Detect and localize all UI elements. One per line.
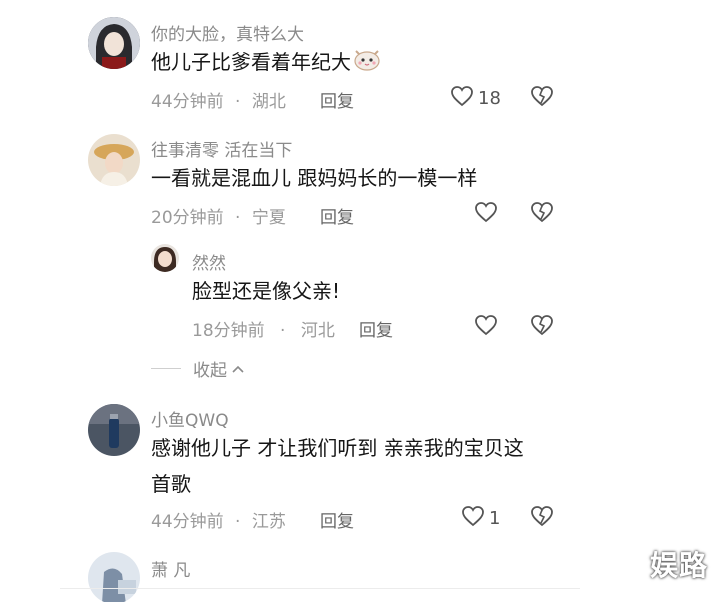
avatar[interactable]: [88, 404, 140, 456]
broken-heart-icon: [530, 202, 554, 227]
heart-icon: [474, 314, 498, 341]
reply-meta: 18分钟前 · 河北: [192, 316, 335, 341]
comment-username[interactable]: 往事清零 活在当下: [151, 136, 292, 161]
comment-location: 江苏: [251, 512, 286, 532]
cat-emoji-icon: [353, 46, 381, 82]
comment-time: 44分钟前: [151, 512, 224, 532]
like-button[interactable]: [474, 201, 498, 228]
avatar[interactable]: [88, 134, 140, 186]
dislike-button[interactable]: [530, 314, 554, 340]
comment-username[interactable]: 小鱼QWQ: [151, 406, 229, 431]
reply-location: 河北: [300, 321, 335, 341]
broken-heart-icon: [530, 86, 554, 111]
reply-button[interactable]: 回复: [359, 316, 393, 341]
heart-icon: [474, 201, 498, 228]
dislike-button[interactable]: [530, 85, 554, 111]
comment-text: 他儿子比爹看着年纪大: [151, 44, 381, 82]
reply-time: 18分钟前: [192, 321, 265, 341]
watermark: 娱路: [649, 549, 708, 582]
like-button[interactable]: 1: [461, 505, 500, 532]
broken-heart-icon: [530, 315, 554, 340]
comment-text-body: 他儿子比爹看着年纪大: [151, 50, 351, 74]
reply-button[interactable]: 回复: [320, 203, 354, 228]
heart-icon: [450, 85, 474, 112]
like-button[interactable]: 18: [450, 85, 501, 112]
comment-username[interactable]: 萧 凡: [151, 556, 190, 581]
divider: [151, 368, 181, 369]
meta-separator: ·: [235, 208, 241, 228]
meta-separator: ·: [235, 92, 241, 112]
like-button[interactable]: [474, 314, 498, 341]
chevron-up-icon: [231, 359, 245, 379]
comment-text-line: 感谢他儿子 才让我们听到 亲亲我的宝贝这: [151, 436, 524, 460]
comment-username[interactable]: 你的大脸，真特么大: [151, 20, 304, 45]
comment-location: 宁夏: [251, 208, 286, 228]
like-count: 1: [489, 508, 501, 529]
comment-meta: 20分钟前 · 宁夏: [151, 203, 286, 228]
avatar[interactable]: [88, 552, 140, 602]
avatar[interactable]: [151, 244, 179, 272]
collapse-label: 收起: [193, 361, 227, 381]
comment-time: 44分钟前: [151, 92, 224, 112]
like-count: 18: [478, 88, 501, 109]
divider: [60, 588, 580, 589]
dislike-button[interactable]: [530, 505, 554, 531]
reply-text: 脸型还是像父亲!: [192, 279, 341, 303]
reply-username[interactable]: 然然: [192, 249, 226, 274]
comment-text-line: 首歌: [151, 472, 191, 496]
dislike-button[interactable]: [530, 201, 554, 227]
collapse-replies-button[interactable]: 收起: [151, 356, 245, 381]
meta-separator: ·: [280, 321, 286, 341]
heart-icon: [461, 505, 485, 532]
reply-button[interactable]: 回复: [320, 507, 354, 532]
comment-time: 20分钟前: [151, 208, 224, 228]
comment-meta: 44分钟前 · 江苏: [151, 507, 286, 532]
comment-location: 湖北: [251, 92, 286, 112]
broken-heart-icon: [530, 506, 554, 531]
avatar[interactable]: [88, 17, 140, 69]
comment-meta: 44分钟前 · 湖北: [151, 87, 286, 112]
meta-separator: ·: [235, 512, 241, 532]
comment-text: 一看就是混血儿 跟妈妈长的一模一样: [151, 166, 478, 190]
reply-button[interactable]: 回复: [320, 87, 354, 112]
comment-text: 感谢他儿子 才让我们听到 亲亲我的宝贝这 首歌: [151, 430, 524, 502]
